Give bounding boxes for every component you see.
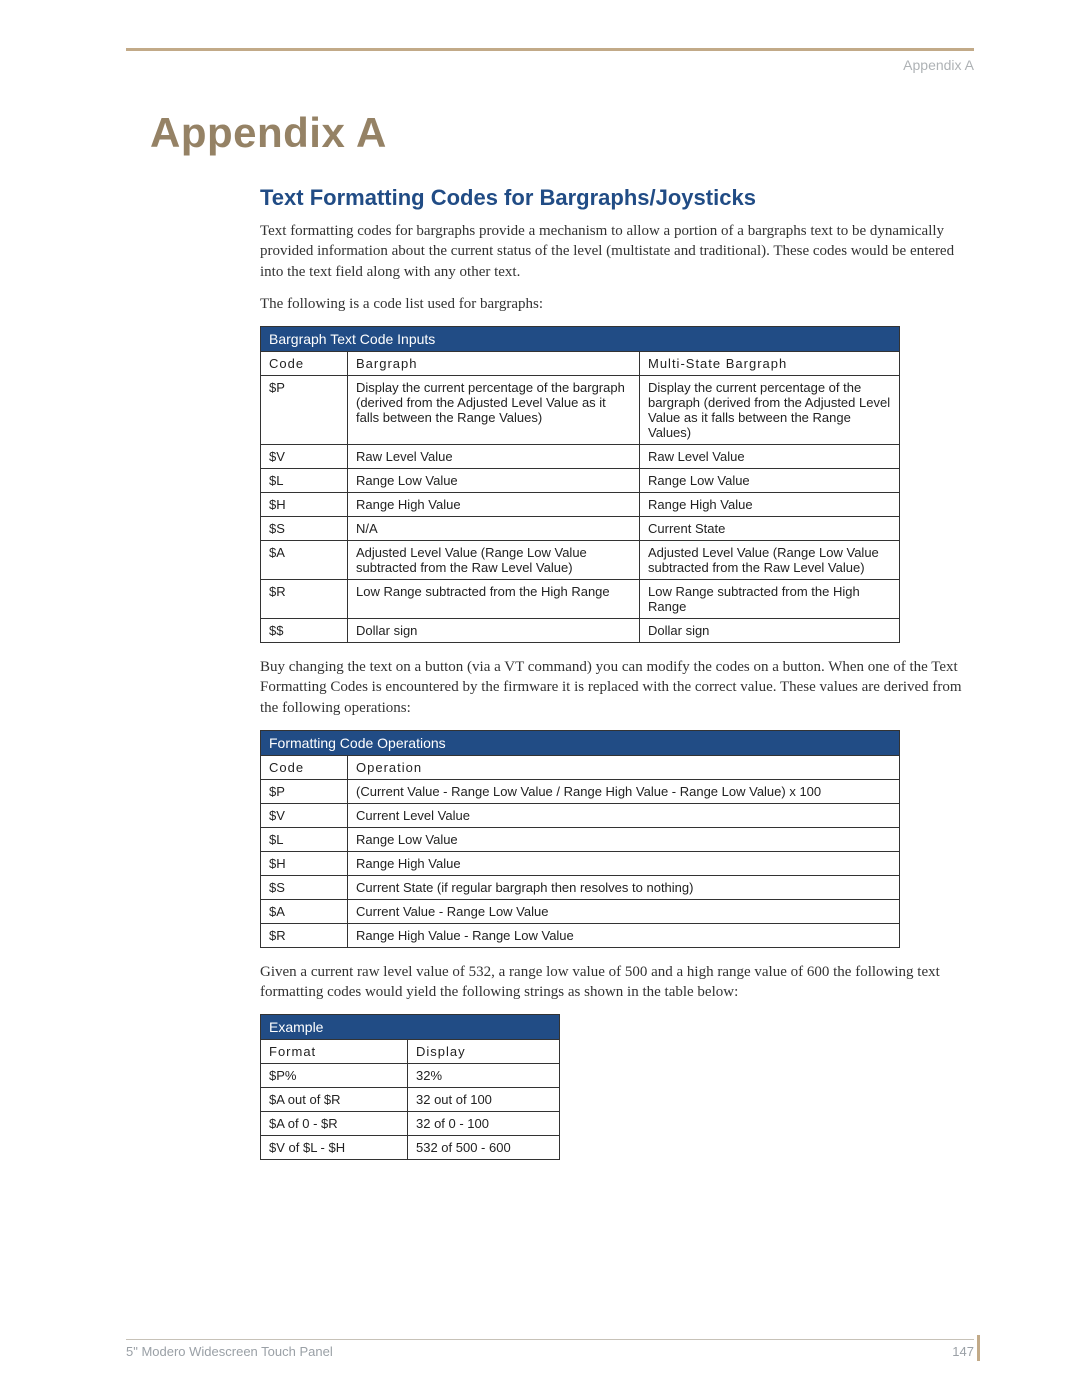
column-header: Display	[408, 1040, 560, 1064]
footer-doc-title: 5" Modero Widescreen Touch Panel	[126, 1344, 333, 1359]
table-row: $SN/ACurrent State	[261, 517, 900, 541]
body: Text formatting codes for bargraphs prov…	[150, 221, 970, 1160]
table-row: $AAdjusted Level Value (Range Low Value …	[261, 541, 900, 580]
table-row: $VCurrent Level Value	[261, 803, 900, 827]
table-row: $$Dollar signDollar sign	[261, 619, 900, 643]
table-row: $P(Current Value - Range Low Value / Ran…	[261, 779, 900, 803]
footer: 5" Modero Widescreen Touch Panel 147	[126, 1339, 974, 1359]
table-row: $LRange Low ValueRange Low Value	[261, 469, 900, 493]
running-header: Appendix A	[150, 57, 974, 73]
header-rule	[126, 48, 974, 51]
table-row: $VRaw Level ValueRaw Level Value	[261, 445, 900, 469]
column-header: Code	[261, 352, 348, 376]
operations-table: Formatting Code Operations Code Operatio…	[260, 730, 900, 948]
page-title: Appendix A	[150, 109, 970, 157]
example-table: Example Format Display $P%32% $A out of …	[260, 1014, 560, 1160]
table-title: Formatting Code Operations	[261, 730, 900, 755]
page: Appendix A Appendix A Text Formatting Co…	[0, 0, 1080, 1397]
table-row: $RLow Range subtracted from the High Ran…	[261, 580, 900, 619]
section-heading: Text Formatting Codes for Bargraphs/Joys…	[150, 185, 970, 211]
table-title: Bargraph Text Code Inputs	[261, 327, 900, 352]
table-title: Example	[261, 1015, 560, 1040]
column-header: Multi-State Bargraph	[640, 352, 900, 376]
table-row: $HRange High Value	[261, 851, 900, 875]
paragraph: Buy changing the text on a button (via a…	[260, 657, 970, 718]
table-row: $HRange High ValueRange High Value	[261, 493, 900, 517]
page-number: 147	[952, 1344, 974, 1359]
column-header: Format	[261, 1040, 408, 1064]
paragraph: Given a current raw level value of 532, …	[260, 962, 970, 1003]
table-row: $V of $L - $H532 of 500 - 600	[261, 1136, 560, 1160]
table-row: $A out of $R32 out of 100	[261, 1088, 560, 1112]
paragraph: Text formatting codes for bargraphs prov…	[260, 221, 970, 282]
table-row: $SCurrent State (if regular bargraph the…	[261, 875, 900, 899]
table-row: $A of 0 - $R32 of 0 - 100	[261, 1112, 560, 1136]
table-row: $RRange High Value - Range Low Value	[261, 923, 900, 947]
column-header: Code	[261, 755, 348, 779]
paragraph: The following is a code list used for ba…	[260, 294, 970, 314]
column-header: Operation	[348, 755, 900, 779]
footer-accent	[977, 1335, 980, 1361]
table-row: $PDisplay the current percentage of the …	[261, 376, 900, 445]
table-row: $P%32%	[261, 1064, 560, 1088]
table-row: $ACurrent Value - Range Low Value	[261, 899, 900, 923]
column-header: Bargraph	[348, 352, 640, 376]
table-row: $LRange Low Value	[261, 827, 900, 851]
bargraph-codes-table: Bargraph Text Code Inputs Code Bargraph …	[260, 326, 900, 643]
